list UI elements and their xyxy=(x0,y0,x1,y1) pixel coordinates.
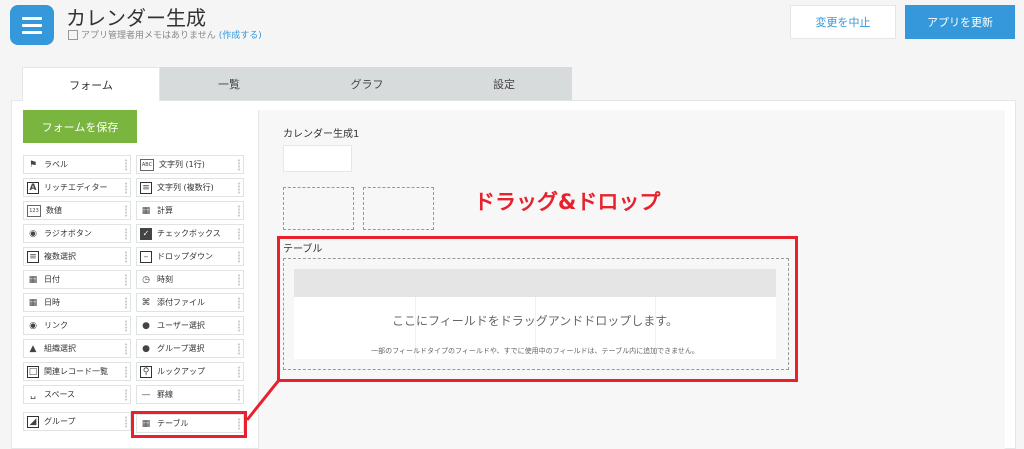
save-form-button[interactable]: フォームを保存 xyxy=(23,110,137,143)
radio-icon: ◉ xyxy=(29,228,37,239)
paperclip-icon: ⌘ xyxy=(141,297,151,308)
palette-item-time[interactable]: ◷ 時刻 xyxy=(136,270,244,289)
group-icon: ● xyxy=(142,343,150,354)
update-app-button[interactable]: アプリを更新 xyxy=(905,5,1015,39)
calendar-icon: ▦ xyxy=(28,274,38,285)
palette-item-checkbox[interactable]: ✓ チェックボックス xyxy=(136,224,244,243)
space-icon: ␣ xyxy=(30,389,36,400)
palette-item-text-multi[interactable]: ≡ 文字列 (複数行) xyxy=(136,178,244,197)
calculator-icon: ▦ xyxy=(141,205,151,216)
tab-form[interactable]: フォーム xyxy=(22,67,160,101)
palette-item-lookup[interactable]: ⚲ ルックアップ xyxy=(136,362,244,381)
rich-editor-icon: A xyxy=(27,181,39,194)
app-title: カレンダー生成 xyxy=(66,6,206,30)
palette-item-group[interactable]: ◢ グループ xyxy=(23,412,131,431)
drag-drop-annotation: ドラッグ&ドロップ xyxy=(474,190,661,214)
palette-item-group-select[interactable]: ● グループ選択 xyxy=(136,339,244,358)
palette-item-text-single[interactable]: ABC 文字列 (1行) xyxy=(136,155,244,174)
palette-item-datetime[interactable]: ▦ 日時 xyxy=(23,293,131,312)
org-icon: ▲ xyxy=(29,343,37,354)
field-label: カレンダー生成1 xyxy=(283,129,360,140)
empty-field-slot[interactable] xyxy=(283,187,354,230)
memo-text: アプリ管理者用メモはありません xyxy=(81,31,216,41)
text-line-icon: ABC xyxy=(140,158,154,171)
lookup-icon: ⚲ xyxy=(140,365,152,378)
app-icon xyxy=(10,5,54,45)
palette-item-number[interactable]: 123 数値 xyxy=(23,201,131,220)
folder-group-icon: ◢ xyxy=(27,415,39,428)
palette-item-rich-editor[interactable]: A リッチエディター xyxy=(23,178,131,197)
palette-item-space[interactable]: ␣ スペース xyxy=(23,385,131,404)
palette-item-rule[interactable]: — 罫線 xyxy=(136,385,244,404)
globe-icon: ◉ xyxy=(29,320,37,331)
tab-settings[interactable]: 設定 xyxy=(436,67,572,100)
text-multiline-icon: ≡ xyxy=(140,181,152,194)
palette-highlight-box xyxy=(131,411,247,438)
tag-icon: ⚑ xyxy=(28,159,38,170)
rule-line-icon: — xyxy=(141,389,151,400)
dropdown-icon: – xyxy=(140,250,152,263)
text-field-preview[interactable] xyxy=(283,145,352,172)
checkbox-icon: ✓ xyxy=(140,227,152,240)
palette-item-multi-select[interactable]: ≡ 複数選択 xyxy=(23,247,131,266)
palette-item-label[interactable]: ⚑ ラベル xyxy=(23,155,131,174)
table-highlight-box xyxy=(277,236,798,382)
app-memo: アプリ管理者用メモはありません (作成する) xyxy=(68,28,262,41)
datetime-icon: ▦ xyxy=(28,297,38,308)
create-memo-link[interactable]: (作成する) xyxy=(219,28,262,41)
clock-icon: ◷ xyxy=(142,274,150,285)
palette-item-radio[interactable]: ◉ ラジオボタン xyxy=(23,224,131,243)
tab-list[interactable]: 一覧 xyxy=(160,67,298,100)
palette-item-calc[interactable]: ▦ 計算 xyxy=(136,201,244,220)
palette-item-attachment[interactable]: ⌘ 添付ファイル xyxy=(136,293,244,312)
user-icon: ● xyxy=(142,320,150,331)
palette-item-date[interactable]: ▦ 日付 xyxy=(23,270,131,289)
number-icon: 123 xyxy=(27,204,41,217)
empty-field-slot[interactable] xyxy=(363,187,434,230)
multi-select-icon: ≡ xyxy=(27,250,39,263)
related-records-icon: □ xyxy=(27,365,39,378)
tab-graph[interactable]: グラフ xyxy=(298,67,436,100)
edit-icon xyxy=(68,29,78,40)
palette-item-link[interactable]: ◉ リンク xyxy=(23,316,131,335)
palette-item-user-select[interactable]: ● ユーザー選択 xyxy=(136,316,244,335)
palette-item-related-records[interactable]: □ 関連レコード一覧 xyxy=(23,362,131,381)
palette-item-dropdown[interactable]: – ドロップダウン xyxy=(136,247,244,266)
palette-item-org-select[interactable]: ▲ 組織選択 xyxy=(23,339,131,358)
cancel-changes-button[interactable]: 変更を中止 xyxy=(790,5,896,39)
